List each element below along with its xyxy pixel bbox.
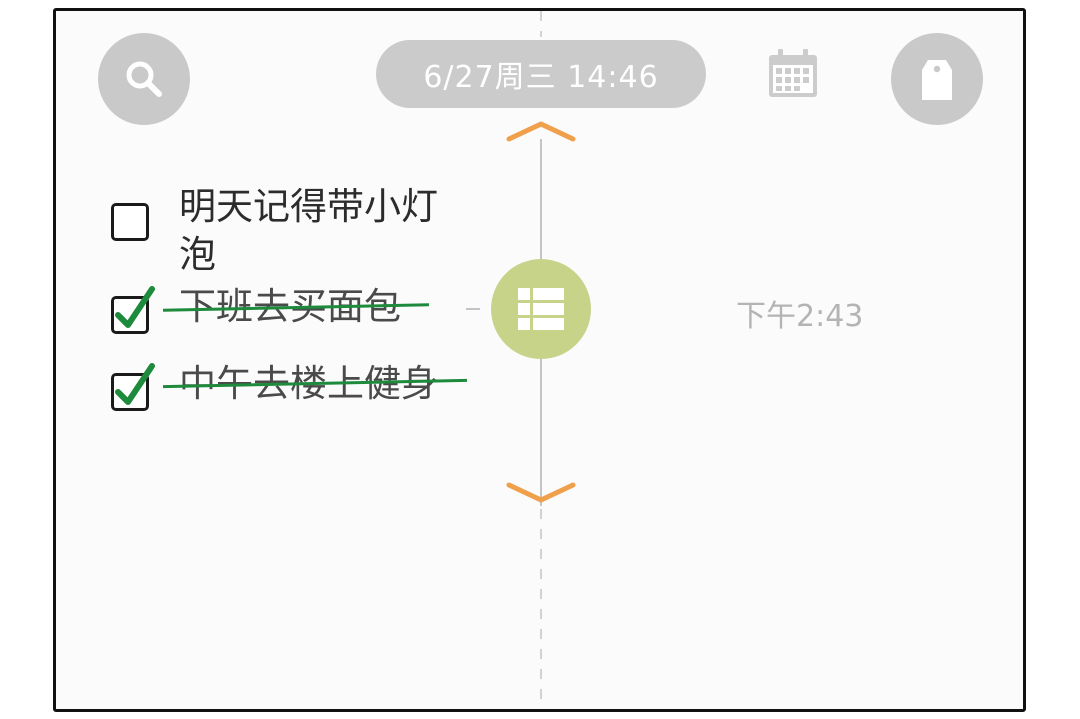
calendar-icon [769, 49, 817, 97]
todo-text: 下班去买面包 [162, 283, 430, 331]
app-screen: 6/27周三 14:46 下午2:43 明天记得带小灯泡 下班去买面包 中午去楼… [53, 8, 1026, 712]
todo-text: 明天记得带小灯泡 [179, 185, 438, 276]
list-icon [518, 288, 564, 330]
todo-text: 中午去楼上健身 [163, 360, 467, 408]
todo-checkbox-checked[interactable] [111, 363, 155, 411]
date-time-pill[interactable]: 6/27周三 14:46 [376, 40, 706, 108]
todo-list: 明天记得带小灯泡 下班去买面包 中午去楼上健身 [111, 183, 511, 437]
timeline-dashed-bottom [540, 509, 542, 709]
todo-item-done[interactable]: 下班去买面包 [111, 283, 511, 360]
search-button[interactable] [98, 33, 190, 125]
checkmark-icon [115, 286, 155, 328]
todo-checkbox-checked[interactable] [111, 286, 155, 334]
chevron-up-icon[interactable] [505, 119, 577, 143]
calendar-button[interactable] [766, 47, 820, 105]
timeline-dashed-top [540, 11, 542, 37]
todo-checkbox[interactable] [111, 203, 149, 241]
checkmark-icon [115, 363, 155, 405]
todo-item[interactable]: 明天记得带小灯泡 [111, 183, 511, 283]
timeline-time-label: 下午2:43 [736, 299, 864, 334]
search-icon [126, 61, 162, 97]
date-time-text: 6/27周三 14:46 [423, 60, 659, 95]
todo-item-done[interactable]: 中午去楼上健身 [111, 360, 511, 437]
chevron-down-icon[interactable] [505, 481, 577, 505]
tag-button[interactable] [891, 33, 983, 125]
tag-icon [922, 60, 952, 100]
